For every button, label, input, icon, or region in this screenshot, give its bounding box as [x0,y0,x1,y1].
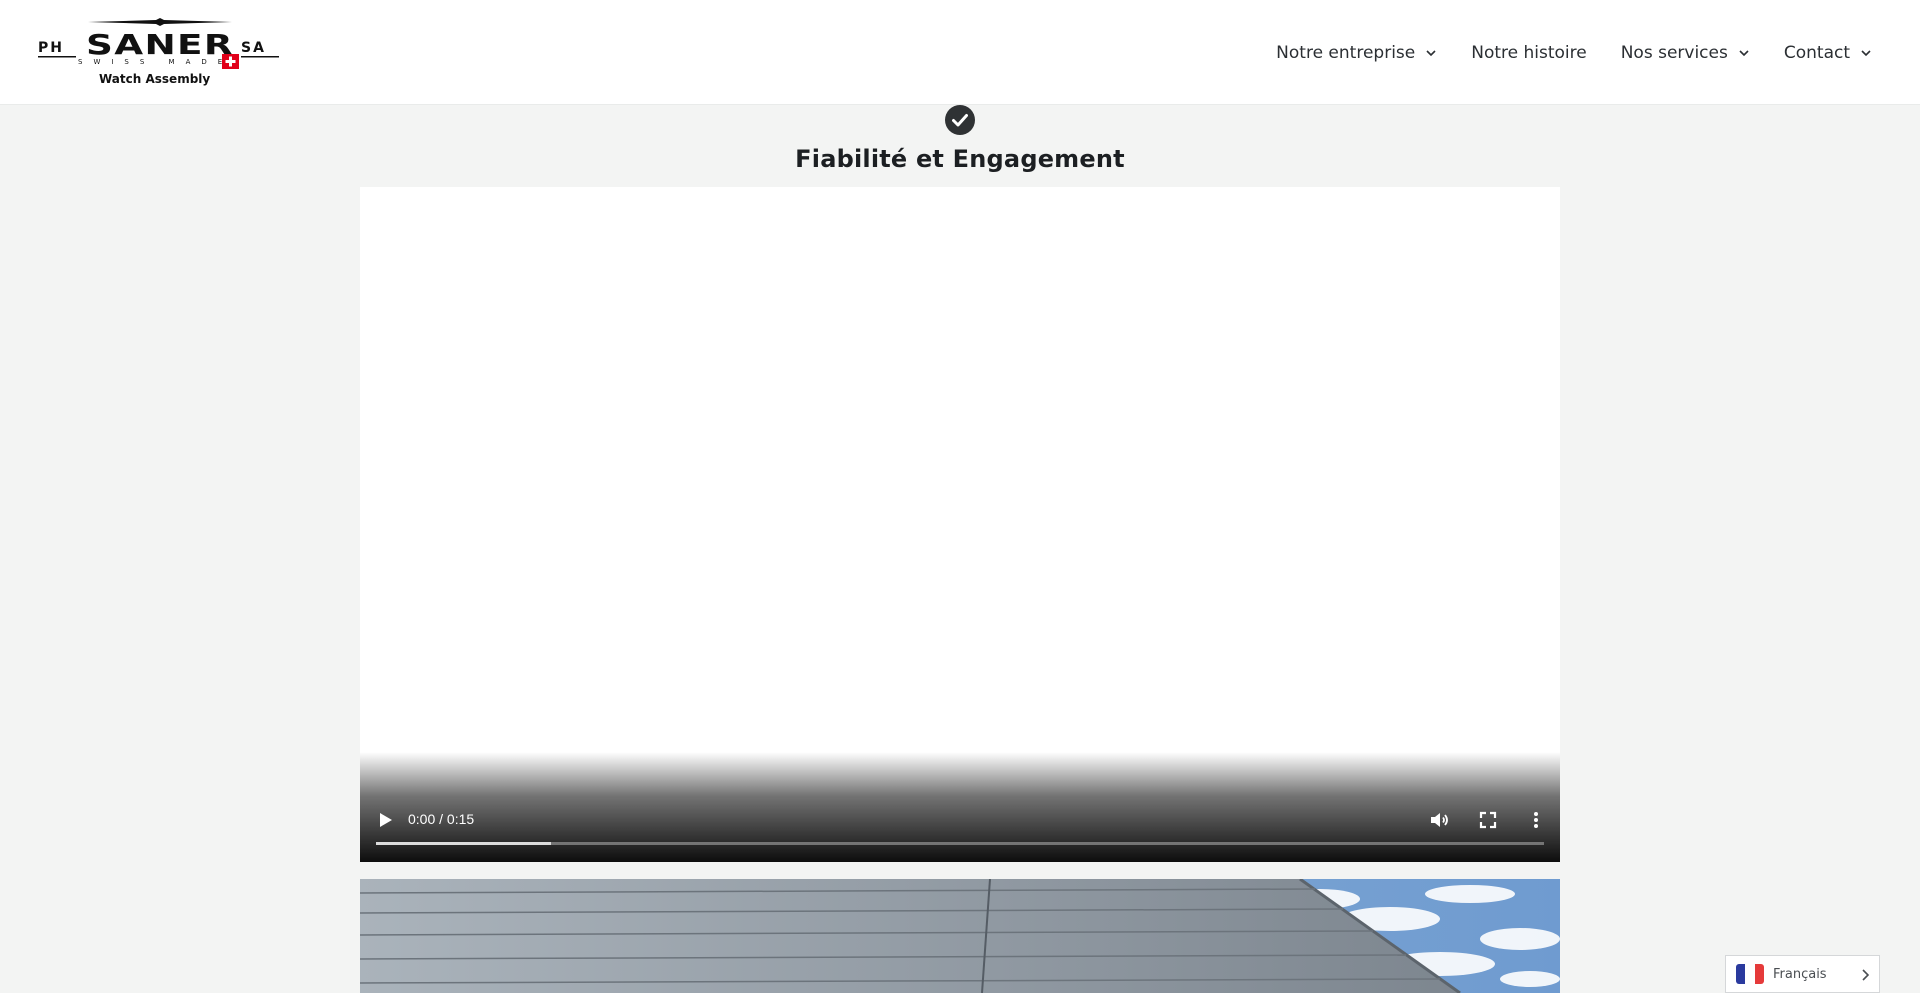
more-options-icon[interactable] [1524,808,1548,832]
fullscreen-icon[interactable] [1476,808,1500,832]
french-flag-icon [1736,964,1764,984]
check-circle-icon [945,105,975,135]
logo-text-sa: SA [241,40,266,56]
building-photo [360,879,1560,993]
site-header: PH SANER SA SWISS MADE Watch Assembly No… [0,0,1920,105]
nav-item-label: Contact [1783,42,1850,63]
building-facade-image [360,879,1560,993]
logo-text-swiss-made: SWISS MADE [78,58,233,66]
nav-item-notre-entreprise[interactable]: Notre entreprise [1276,43,1437,63]
video-progress-bar[interactable] [376,842,1544,845]
page-title: Fiabilité et Engagement [795,145,1125,173]
logo-text-saner: SANER [86,28,234,61]
chevron-right-icon [1862,969,1870,981]
nav-item-label: Notre entreprise [1276,42,1416,63]
video-time: 0:00 / 0:15 [408,811,475,827]
nav-item-notre-histoire[interactable]: Notre histoire [1471,43,1586,63]
logo-graphic: PH SANER SA SWISS MADE Watch Assembly [38,18,279,86]
play-icon[interactable] [375,810,395,830]
video-controls: 0:00 / 0:15 [360,792,1560,862]
nav-item-label: Notre histoire [1471,42,1587,63]
volume-icon[interactable] [1428,808,1452,832]
chevron-down-icon [1861,49,1871,56]
language-switcher[interactable]: Français [1725,955,1880,993]
chevron-down-icon [1426,49,1436,56]
company-logo[interactable]: PH SANER SA SWISS MADE Watch Assembly [36,18,286,88]
nav-item-label: Nos services [1620,42,1728,63]
nav-item-nos-services[interactable]: Nos services [1621,43,1750,63]
chevron-down-icon [1739,49,1749,56]
logo-text-watch-assembly: Watch Assembly [99,72,210,86]
video-player[interactable]: 0:00 / 0:15 [360,187,1560,862]
video-buffered-bar [376,842,552,845]
main-nav: Notre entreprise Notre histoire Nos serv… [1242,0,1872,105]
language-label: Français [1773,966,1827,982]
nav-item-contact[interactable]: Contact [1784,43,1872,63]
logo-text-ph: PH [38,40,64,56]
